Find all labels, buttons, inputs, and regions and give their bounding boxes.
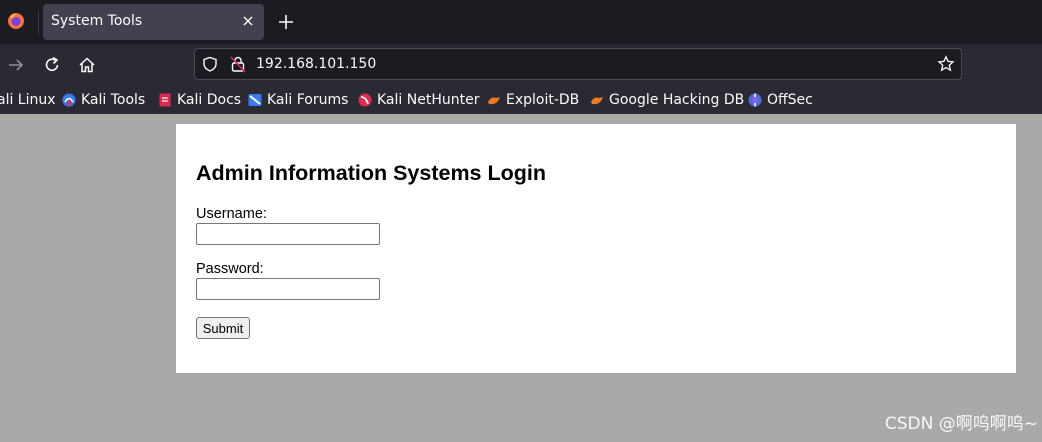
page-title: Admin Information Systems Login bbox=[196, 161, 546, 185]
tab-strip: System Tools bbox=[0, 0, 1042, 44]
bookmark-label: ali Linux bbox=[0, 92, 56, 108]
kali-forums-icon bbox=[248, 93, 262, 107]
tab-separator bbox=[38, 10, 39, 34]
tab-system-tools[interactable]: System Tools bbox=[43, 4, 264, 40]
home-icon[interactable] bbox=[77, 55, 97, 75]
reload-icon[interactable] bbox=[42, 55, 62, 75]
exploit-db-icon bbox=[590, 93, 604, 107]
password-label: Password: bbox=[196, 261, 264, 277]
bookmark-star-icon[interactable] bbox=[937, 55, 955, 73]
firefox-icon[interactable] bbox=[7, 12, 25, 30]
bookmark-label: OffSec bbox=[767, 92, 813, 108]
bookmark-kali-linux[interactable]: ali Linux bbox=[0, 91, 56, 109]
url-text[interactable]: 192.168.101.150 bbox=[256, 56, 376, 72]
offsec-icon bbox=[748, 93, 762, 107]
exploit-db-icon bbox=[487, 93, 501, 107]
bookmark-label: Kali Docs bbox=[177, 92, 242, 108]
kali-docs-icon bbox=[158, 93, 172, 107]
bookmark-label: Exploit-DB bbox=[506, 92, 580, 108]
username-label: Username: bbox=[196, 206, 267, 222]
submit-button[interactable]: Submit bbox=[196, 317, 250, 339]
navigation-bar: 192.168.101.150 bbox=[0, 44, 1042, 86]
bookmark-kali-tools[interactable]: Kali Tools bbox=[62, 91, 145, 109]
bookmark-offsec[interactable]: OffSec bbox=[748, 91, 813, 109]
watermark: CSDN @啊呜啊呜~ bbox=[884, 414, 1038, 434]
bookmark-google-hacking-db[interactable]: Google Hacking DB bbox=[590, 91, 744, 109]
username-input[interactable] bbox=[196, 223, 380, 245]
bookmark-label: Kali Forums bbox=[267, 92, 349, 108]
insecure-lock-icon[interactable] bbox=[230, 55, 246, 73]
bookmark-kali-docs[interactable]: Kali Docs bbox=[158, 91, 241, 109]
shield-icon[interactable] bbox=[202, 56, 218, 72]
bookmarks-bar: ali Linux Kali Tools Kali Docs Kali Foru… bbox=[0, 86, 1042, 114]
bookmark-label: Google Hacking DB bbox=[609, 92, 745, 108]
bookmark-exploit-db[interactable]: Exploit-DB bbox=[487, 91, 579, 109]
login-card: Admin Information Systems Login Username… bbox=[176, 124, 1016, 373]
bookmark-label: Kali Tools bbox=[81, 92, 146, 108]
bookmark-kali-forums[interactable]: Kali Forums bbox=[248, 91, 348, 109]
forward-arrow-icon[interactable] bbox=[6, 55, 26, 75]
page-viewport: Admin Information Systems Login Username… bbox=[0, 114, 1042, 442]
bookmark-kali-nethunter[interactable]: Kali NetHunter bbox=[358, 91, 479, 109]
url-bar[interactable]: 192.168.101.150 bbox=[194, 48, 962, 80]
password-input[interactable] bbox=[196, 278, 380, 300]
bookmark-label: Kali NetHunter bbox=[377, 92, 480, 108]
close-tab-icon[interactable] bbox=[240, 13, 256, 29]
new-tab-plus-icon[interactable] bbox=[276, 12, 296, 32]
kali-tools-icon bbox=[62, 93, 76, 107]
kali-nethunter-icon bbox=[358, 93, 372, 107]
tab-title: System Tools bbox=[51, 13, 143, 29]
